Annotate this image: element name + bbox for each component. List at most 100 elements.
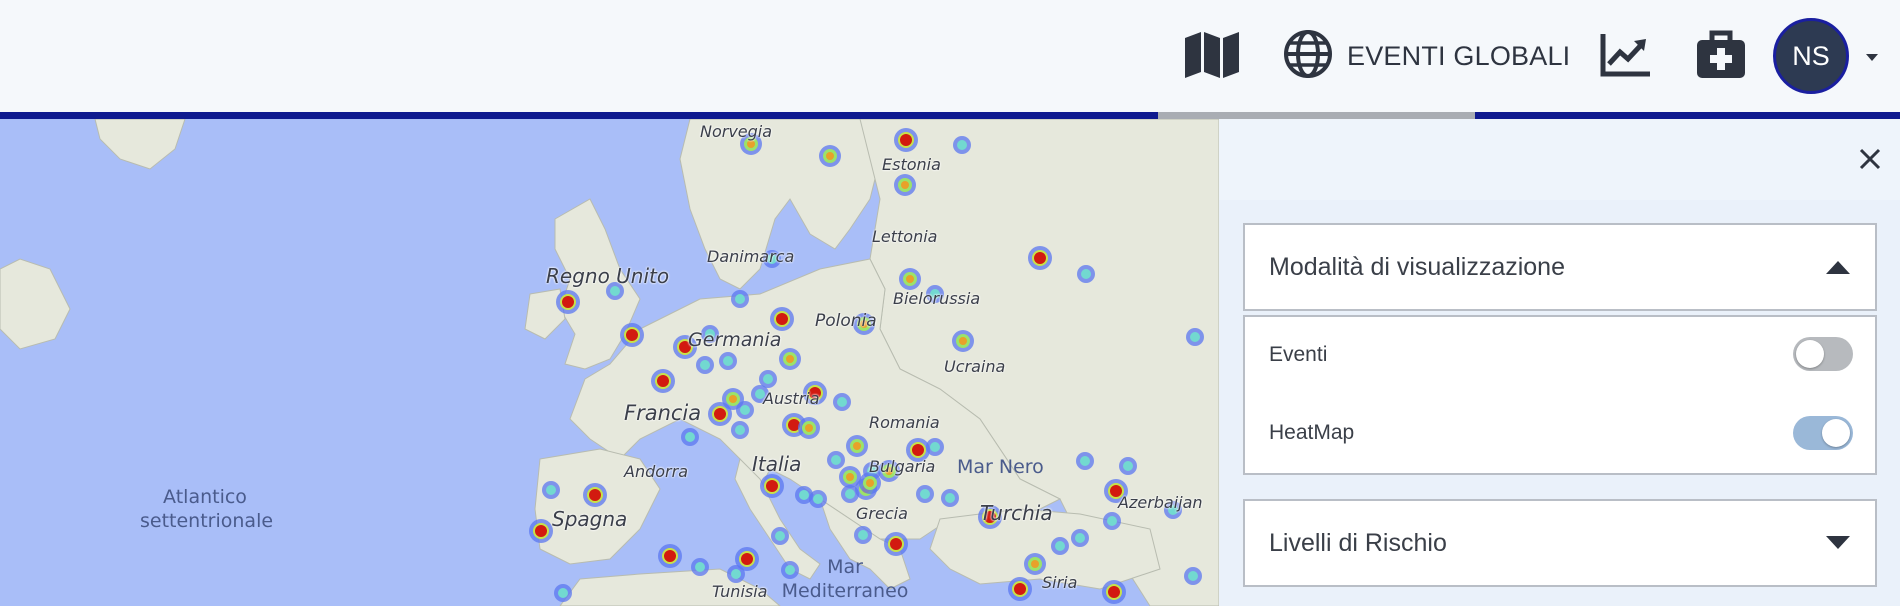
- heat-spot: [912, 444, 924, 456]
- heat-spot: [1055, 541, 1065, 551]
- avatar-initials: NS: [1792, 40, 1830, 71]
- map-label: Italia: [752, 452, 802, 476]
- map-icon[interactable]: [1183, 30, 1241, 80]
- toggle-knob: [1796, 340, 1824, 368]
- progress-bar: [0, 112, 1900, 119]
- heat-spot: [945, 493, 955, 503]
- display-mode-title: Modalità di visualizzazione: [1269, 252, 1565, 281]
- first-aid-kit-icon[interactable]: [1695, 28, 1747, 80]
- heat-spot: [920, 489, 930, 499]
- heat-spot: [685, 432, 695, 442]
- sea-label-text: Mar Mediterraneo: [781, 556, 909, 602]
- display-mode-header[interactable]: Modalità di visualizzazione: [1243, 223, 1877, 311]
- sea-label: Atlantico settentrionale: [140, 485, 274, 533]
- heatmap-map[interactable]: Norvegia Estonia Lettonia Danimarca Regn…: [0, 119, 1219, 606]
- map-label: Norvegia: [700, 122, 773, 141]
- map-label: Tunisia: [712, 582, 768, 601]
- risk-levels-header[interactable]: Livelli di Rischio: [1243, 499, 1877, 587]
- chart-line-icon[interactable]: [1600, 32, 1652, 78]
- chevron-down-icon: [1825, 535, 1851, 551]
- chevron-up-icon: [1825, 259, 1851, 275]
- heat-spot: [805, 424, 813, 432]
- heat-spot: [957, 140, 967, 150]
- heat-spot: [1080, 456, 1090, 466]
- heat-spot: [1075, 533, 1085, 543]
- map-label: Grecia: [856, 504, 908, 523]
- heat-spot: [906, 275, 914, 283]
- map-label: Bulgaria: [869, 457, 936, 476]
- heat-spot: [740, 405, 750, 415]
- heat-spot: [901, 181, 909, 189]
- heat-spot: [930, 442, 940, 452]
- globe-icon: [1283, 29, 1333, 84]
- heat-spot: [1190, 332, 1200, 342]
- heat-spot: [858, 530, 868, 540]
- heat-spot: [729, 395, 737, 403]
- map-label: Ucraina: [944, 357, 1006, 376]
- progress-segment: [1158, 112, 1475, 119]
- map-label: Siria: [1042, 573, 1078, 592]
- heat-spot: [1123, 461, 1133, 471]
- heat-spot: [747, 140, 755, 148]
- heat-spot: [626, 329, 638, 341]
- heat-spot: [735, 425, 745, 435]
- heat-spot: [723, 356, 733, 366]
- display-mode-body: Eventi HeatMap: [1243, 315, 1877, 475]
- heat-spot: [845, 489, 855, 499]
- heat-spot: [546, 485, 556, 495]
- heat-spot: [1107, 516, 1117, 526]
- map-label: Romania: [869, 413, 940, 432]
- risk-levels-title: Livelli di Rischio: [1269, 528, 1447, 557]
- heat-spot: [664, 550, 676, 562]
- heat-spot: [890, 538, 902, 550]
- heat-spot: [775, 531, 785, 541]
- heatmap-toggle[interactable]: [1793, 416, 1853, 450]
- heat-spot: [900, 134, 912, 146]
- heat-spot: [1188, 571, 1198, 581]
- heat-spot: [1031, 560, 1039, 568]
- heat-spot: [959, 337, 967, 345]
- close-icon[interactable]: [1856, 145, 1884, 173]
- heat-spot: [735, 294, 745, 304]
- heat-spot: [1034, 252, 1046, 264]
- heat-spot: [1108, 586, 1120, 598]
- map-label: Lettonia: [872, 227, 938, 246]
- map-label: Turchia: [980, 501, 1053, 525]
- heat-spot: [837, 397, 847, 407]
- user-avatar[interactable]: NS: [1773, 18, 1849, 94]
- heat-spot: [1081, 269, 1091, 279]
- heat-spot: [766, 480, 778, 492]
- chevron-down-icon[interactable]: [1864, 51, 1880, 63]
- heat-spot: [763, 374, 773, 384]
- events-toggle[interactable]: [1793, 337, 1853, 371]
- map-label: Bielorussia: [893, 289, 981, 308]
- heat-spot: [657, 375, 669, 387]
- heat-spot: [846, 473, 854, 481]
- heat-spot: [741, 553, 753, 565]
- sea-label-text: Atlantico settentrionale: [140, 486, 274, 532]
- heat-spot: [786, 355, 794, 363]
- global-events-button[interactable]: EVENTI GLOBALI: [1283, 29, 1570, 84]
- heat-spot: [1014, 583, 1026, 595]
- heat-spot: [589, 489, 601, 501]
- heat-spot: [700, 360, 710, 370]
- heat-spot: [799, 490, 809, 500]
- heat-spot: [714, 408, 726, 420]
- map-label: Azerbaijan: [1118, 493, 1203, 512]
- heat-spot: [866, 479, 874, 487]
- map-label: Danimarca: [707, 247, 795, 266]
- heat-spot: [813, 494, 823, 504]
- side-panel: Modalità di visualizzazione Eventi HeatM…: [1219, 119, 1900, 606]
- map-label: Regno Unito: [546, 264, 670, 288]
- panel-header: [1219, 119, 1900, 200]
- toggle-label-heatmap: HeatMap: [1269, 421, 1355, 444]
- map-label: Polonia: [815, 311, 877, 331]
- heat-spot: [826, 152, 834, 160]
- heat-spot: [853, 442, 861, 450]
- heat-spot: [535, 525, 547, 537]
- map-label: Spagna: [552, 507, 628, 531]
- heat-spot: [695, 562, 705, 572]
- toggle-label-events: Eventi: [1269, 343, 1328, 366]
- heat-spot: [558, 588, 568, 598]
- heat-spot: [776, 313, 788, 325]
